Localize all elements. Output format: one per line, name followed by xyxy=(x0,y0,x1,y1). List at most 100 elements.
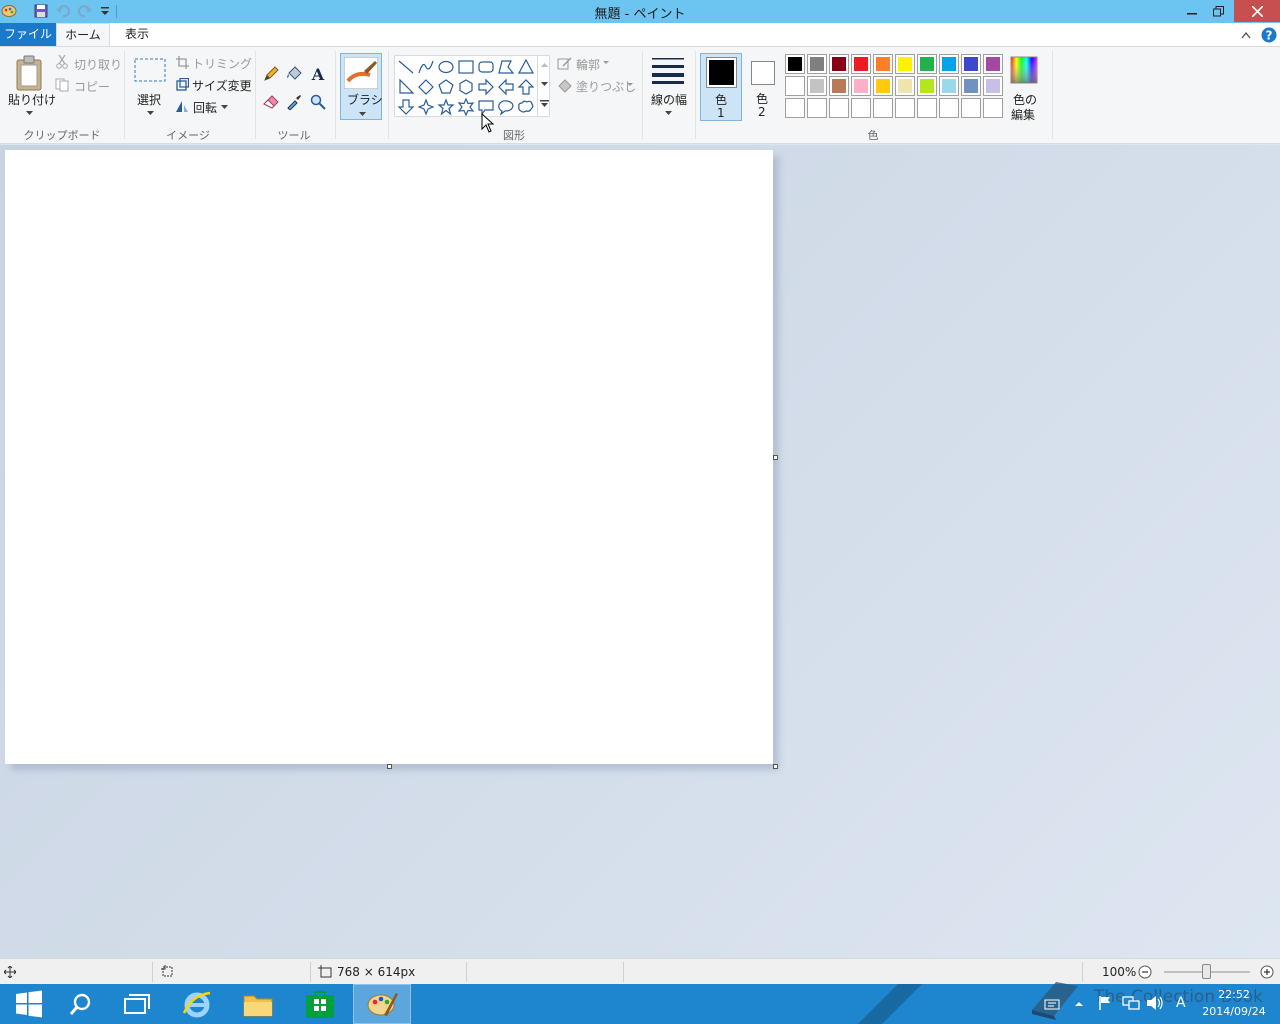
right-arrow-shape-icon[interactable] xyxy=(477,78,495,96)
palette-swatch[interactable] xyxy=(829,54,849,74)
rounded-rectangle-shape-icon[interactable] xyxy=(477,58,495,76)
show-hidden-icons-icon[interactable] xyxy=(1074,1000,1084,1008)
network-icon[interactable] xyxy=(1122,995,1140,1011)
line-width-dropdown-icon[interactable] xyxy=(663,109,673,117)
select-icon[interactable] xyxy=(134,57,166,83)
oval-callout-shape-icon[interactable] xyxy=(497,98,515,116)
select-dropdown-icon[interactable] xyxy=(145,109,155,117)
palette-swatch[interactable] xyxy=(917,76,937,96)
close-button[interactable] xyxy=(1234,0,1280,22)
palette-swatch[interactable] xyxy=(873,76,893,96)
oval-shape-icon[interactable] xyxy=(437,58,455,76)
outline-icon[interactable] xyxy=(556,55,572,71)
color-picker-icon[interactable] xyxy=(285,93,303,111)
palette-swatch[interactable] xyxy=(939,76,959,96)
start-button[interactable] xyxy=(0,984,58,1024)
palette-swatch[interactable] xyxy=(961,76,981,96)
zoom-out-icon[interactable] xyxy=(1138,965,1152,979)
palette-swatch[interactable] xyxy=(807,98,827,118)
right-triangle-shape-icon[interactable] xyxy=(397,78,415,96)
action-center-icon[interactable] xyxy=(1044,998,1060,1010)
palette-swatch[interactable] xyxy=(895,54,915,74)
task-view-button[interactable] xyxy=(108,984,166,1024)
palette-swatch[interactable] xyxy=(873,54,893,74)
diamond-shape-icon[interactable] xyxy=(417,78,435,96)
outline-label[interactable]: 輪郭 xyxy=(576,56,600,73)
shapes-scroll-up-icon[interactable] xyxy=(541,62,548,67)
canvas-resize-handle-bottom[interactable] xyxy=(387,764,392,769)
internet-explorer-button[interactable] xyxy=(168,984,226,1024)
polygon-shape-icon[interactable] xyxy=(497,58,515,76)
magnifier-icon[interactable] xyxy=(309,93,327,111)
four-point-star-shape-icon[interactable] xyxy=(417,98,435,116)
rectangle-shape-icon[interactable] xyxy=(457,58,475,76)
fill-icon[interactable] xyxy=(556,77,572,93)
copy-icon[interactable] xyxy=(55,77,69,93)
palette-swatch[interactable] xyxy=(983,54,1003,74)
brushes-button[interactable]: ブラシ xyxy=(340,53,383,120)
store-button[interactable] xyxy=(291,984,349,1024)
palette-swatch[interactable] xyxy=(807,76,827,96)
resize-label[interactable]: サイズ変更 xyxy=(192,77,252,94)
palette-swatch[interactable] xyxy=(785,76,805,96)
eraser-icon[interactable] xyxy=(262,93,280,111)
line-shape-icon[interactable] xyxy=(397,58,415,76)
help-icon[interactable]: ? xyxy=(1260,26,1277,43)
taskbar-search-button[interactable] xyxy=(52,984,110,1024)
minimize-button[interactable] xyxy=(1180,0,1204,22)
line-width-label[interactable]: 線の幅 xyxy=(651,91,687,108)
triangle-shape-icon[interactable] xyxy=(517,58,535,76)
left-arrow-shape-icon[interactable] xyxy=(497,78,515,96)
palette-swatch[interactable] xyxy=(829,76,849,96)
canvas-resize-handle-right[interactable] xyxy=(773,455,778,460)
cloud-callout-shape-icon[interactable] xyxy=(517,98,535,116)
tab-home[interactable]: ホーム xyxy=(56,23,110,46)
rotate-label[interactable]: 回転 xyxy=(193,99,217,116)
shapes-scroll-down-icon[interactable] xyxy=(541,82,548,87)
minimize-ribbon-icon[interactable] xyxy=(1238,27,1254,43)
down-arrow-shape-icon[interactable] xyxy=(397,98,415,116)
outline-dropdown-icon[interactable] xyxy=(602,59,610,65)
five-point-star-shape-icon[interactable] xyxy=(437,98,455,116)
tab-file[interactable]: ファイル xyxy=(0,23,56,46)
palette-swatch[interactable] xyxy=(917,98,937,118)
fill-bucket-icon[interactable] xyxy=(285,65,303,83)
palette-swatch[interactable] xyxy=(939,54,959,74)
palette-swatch[interactable] xyxy=(851,98,871,118)
pentagon-shape-icon[interactable] xyxy=(437,78,455,96)
cut-icon[interactable] xyxy=(55,54,69,70)
text-tool-icon[interactable]: A xyxy=(309,64,327,84)
palette-swatch[interactable] xyxy=(895,98,915,118)
color1-button[interactable]: 色 1 xyxy=(700,53,742,121)
crop-label[interactable]: トリミング xyxy=(192,55,252,72)
six-point-star-shape-icon[interactable] xyxy=(457,98,475,116)
file-explorer-button[interactable] xyxy=(229,984,287,1024)
hexagon-shape-icon[interactable] xyxy=(457,78,475,96)
drawing-canvas[interactable] xyxy=(5,150,773,764)
restore-button[interactable] xyxy=(1206,0,1230,22)
palette-swatch[interactable] xyxy=(829,98,849,118)
paste-button[interactable] xyxy=(12,53,46,93)
palette-swatch[interactable] xyxy=(851,54,871,74)
fill-dropdown-icon[interactable] xyxy=(626,81,634,87)
volume-icon[interactable] xyxy=(1146,995,1164,1011)
clock[interactable]: 22:52 2014/09/24 xyxy=(1196,986,1272,1020)
cut-label[interactable]: 切り取り xyxy=(74,56,122,73)
palette-swatch[interactable] xyxy=(961,98,981,118)
palette-swatch[interactable] xyxy=(785,54,805,74)
line-width-icon[interactable] xyxy=(650,55,686,85)
palette-swatch[interactable] xyxy=(807,54,827,74)
canvas-resize-handle-corner[interactable] xyxy=(773,764,778,769)
select-label[interactable]: 選択 xyxy=(137,91,161,108)
up-arrow-shape-icon[interactable] xyxy=(517,78,535,96)
palette-swatch[interactable] xyxy=(961,54,981,74)
color2-button[interactable]: 色 2 xyxy=(746,53,780,121)
palette-swatch[interactable] xyxy=(873,98,893,118)
shapes-expand-icon[interactable] xyxy=(540,100,549,108)
ime-indicator[interactable]: A xyxy=(1176,995,1186,1011)
palette-swatch[interactable] xyxy=(939,98,959,118)
edit-colors-label-2[interactable]: 編集 xyxy=(1011,106,1035,123)
palette-swatch[interactable] xyxy=(785,98,805,118)
rotate-icon[interactable] xyxy=(175,99,189,113)
curve-shape-icon[interactable] xyxy=(417,58,435,76)
